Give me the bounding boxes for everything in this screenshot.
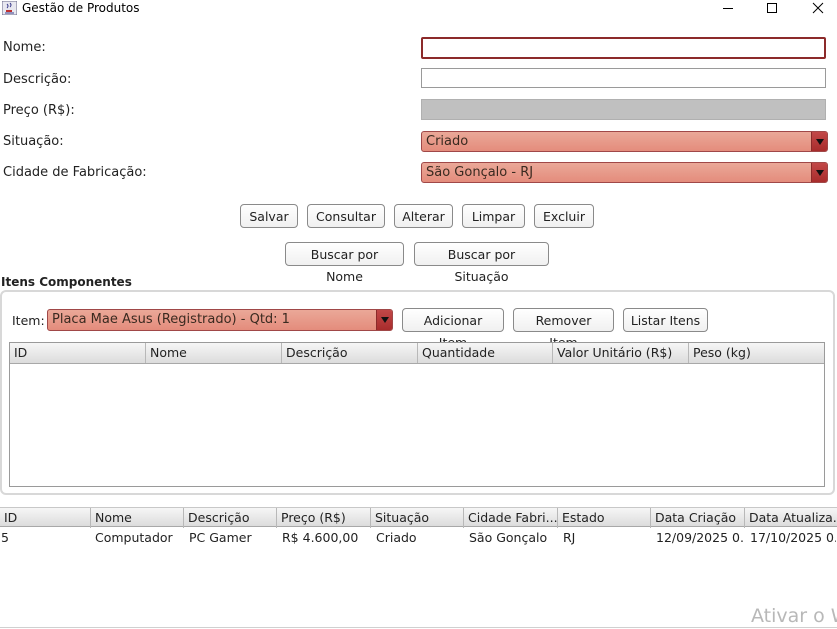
produtos-col-situacao[interactable]: Situação xyxy=(371,508,464,528)
buscar-situacao-button[interactable]: Buscar por Situação xyxy=(414,242,549,284)
adicionar-item-button[interactable]: Adicionar Item xyxy=(402,308,504,350)
situacao-value: Criado xyxy=(426,134,469,149)
produto-nome-cell: Computador xyxy=(95,530,173,545)
itens-col-nome[interactable]: Nome xyxy=(146,343,282,363)
cidade-label: Cidade de Fabricação: xyxy=(3,165,147,180)
maximize-icon xyxy=(767,3,777,13)
cidade-combo[interactable]: São Gonçalo - RJ xyxy=(421,162,828,183)
produto-id-cell: 5 xyxy=(1,530,9,545)
minimize-icon xyxy=(723,8,733,9)
table-row[interactable]: 5 Computador PC Gamer R$ 4.600,00 Criado… xyxy=(0,528,837,546)
produtos-table-header: ID Nome Descrição Preço (R$) Situação Ci… xyxy=(0,507,837,528)
produto-estado-cell: RJ xyxy=(563,530,576,545)
close-button[interactable] xyxy=(798,0,837,16)
item-combo[interactable]: Placa Mae Asus (Registrado) - Qtd: 1 xyxy=(47,309,393,331)
produto-descricao-cell: PC Gamer xyxy=(189,530,252,545)
itens-section-title: Itens Componentes xyxy=(1,275,132,289)
nome-input[interactable] xyxy=(421,37,826,59)
cidade-value: São Gonçalo - RJ xyxy=(426,165,534,180)
chevron-down-icon[interactable] xyxy=(811,132,827,151)
itens-col-id[interactable]: ID xyxy=(10,343,146,363)
consultar-button[interactable]: Consultar xyxy=(307,204,385,228)
chevron-down-icon[interactable] xyxy=(811,163,827,182)
produtos-col-estado[interactable]: Estado xyxy=(558,508,651,528)
window-title: Gestão de Produtos xyxy=(22,1,140,15)
close-icon xyxy=(812,2,824,14)
itens-col-descricao[interactable]: Descrição xyxy=(282,343,418,363)
produtos-col-data-criacao[interactable]: Data Criação xyxy=(651,508,745,528)
buscar-nome-button[interactable]: Buscar por Nome xyxy=(285,242,404,284)
descricao-input[interactable] xyxy=(421,68,826,88)
itens-col-valor-unitario[interactable]: Valor Unitário (R$) xyxy=(553,343,689,363)
produtos-col-data-atualizacao[interactable]: Data Atualiza... xyxy=(745,508,837,528)
salvar-button[interactable]: Salvar xyxy=(240,204,298,228)
descricao-label: Descrição: xyxy=(3,72,72,87)
item-value: Placa Mae Asus (Registrado) - Qtd: 1 xyxy=(52,312,290,327)
itens-col-quantidade[interactable]: Quantidade xyxy=(418,343,553,363)
limpar-button[interactable]: Limpar xyxy=(462,204,525,228)
item-label: Item: xyxy=(12,313,45,328)
itens-table[interactable]: ID Nome Descrição Quantidade Valor Unitá… xyxy=(9,342,825,487)
situacao-combo[interactable]: Criado xyxy=(421,131,828,152)
produtos-col-id[interactable]: ID xyxy=(0,508,91,528)
windows-activation-watermark: Ativar o W xyxy=(751,605,837,627)
situacao-label: Situação: xyxy=(3,134,64,149)
nome-label: Nome: xyxy=(3,40,46,55)
maximize-button[interactable] xyxy=(752,0,792,16)
preco-label: Preço (R$): xyxy=(3,103,75,118)
preco-input[interactable] xyxy=(421,99,826,120)
excluir-button[interactable]: Excluir xyxy=(534,204,594,228)
alterar-button[interactable]: Alterar xyxy=(394,204,453,228)
produto-cidade-cell: São Gonçalo xyxy=(469,530,548,545)
produto-data-atualizacao-cell: 17/10/2025 0... xyxy=(750,530,836,545)
java-cup-icon xyxy=(2,1,17,15)
minimize-button[interactable] xyxy=(708,0,748,16)
produtos-col-cidade[interactable]: Cidade Fabri... xyxy=(464,508,558,528)
chevron-down-icon[interactable] xyxy=(376,310,392,330)
itens-col-peso[interactable]: Peso (kg) xyxy=(689,343,824,363)
bottom-divider xyxy=(0,627,837,628)
produtos-col-descricao[interactable]: Descrição xyxy=(184,508,277,528)
itens-table-header: ID Nome Descrição Quantidade Valor Unitá… xyxy=(10,343,824,364)
produtos-col-nome[interactable]: Nome xyxy=(91,508,184,528)
produto-preco-cell: R$ 4.600,00 xyxy=(282,530,359,545)
produto-situacao-cell: Criado xyxy=(376,530,417,545)
produto-data-criacao-cell: 12/09/2025 0... xyxy=(656,530,745,545)
title-bar: Gestão de Produtos xyxy=(0,0,837,18)
remover-item-button[interactable]: Remover Item xyxy=(513,308,614,350)
produtos-col-preco[interactable]: Preço (R$) xyxy=(277,508,371,528)
listar-itens-button[interactable]: Listar Itens xyxy=(623,308,708,332)
